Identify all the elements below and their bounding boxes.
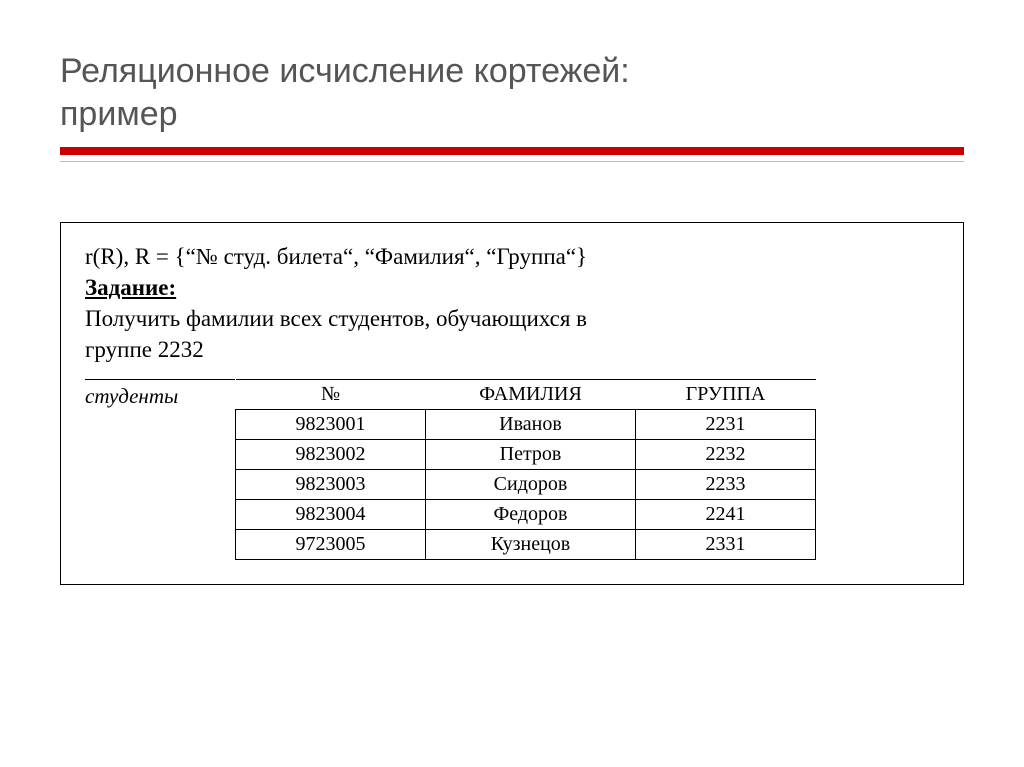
header-fam: ФАМИЛИЯ (426, 380, 636, 410)
cell-grp: 2231 (636, 410, 816, 440)
table-wrapper: студенты № ФАМИЛИЯ ГРУППА 9823001 Иванов… (85, 379, 939, 560)
cell-fam: Кузнецов (426, 530, 636, 560)
cell-fam: Федоров (426, 500, 636, 530)
cell-num: 9823004 (236, 500, 426, 530)
header-num: № (236, 380, 426, 410)
slide-container: Реляционное исчисление кортежей: пример … (0, 0, 1024, 585)
table-row: 9723005 Кузнецов 2331 (236, 530, 816, 560)
relation-name: студенты (85, 379, 235, 410)
table-header-row: № ФАМИЛИЯ ГРУППА (236, 380, 816, 410)
cell-num: 9823002 (236, 440, 426, 470)
schema-definition: r(R), R = {“№ студ. билета“, “Фамилия“, … (85, 241, 939, 272)
cell-num: 9823003 (236, 470, 426, 500)
table-row: 9823001 Иванов 2231 (236, 410, 816, 440)
cell-grp: 2331 (636, 530, 816, 560)
title-text-line2: пример (60, 95, 178, 133)
title-underline-bar (60, 147, 964, 155)
cell-fam: Иванов (426, 410, 636, 440)
table-row: 9823004 Федоров 2241 (236, 500, 816, 530)
cell-fam: Петров (426, 440, 636, 470)
cell-grp: 2241 (636, 500, 816, 530)
cell-grp: 2232 (636, 440, 816, 470)
task-label: Задание: (85, 275, 176, 300)
task-text-line2: группе 2232 (85, 334, 939, 365)
table-row: 9823003 Сидоров 2233 (236, 470, 816, 500)
cell-num: 9823001 (236, 410, 426, 440)
title-thin-divider (60, 161, 964, 162)
table-row: 9823002 Петров 2232 (236, 440, 816, 470)
task-text-line1: Получить фамилии всех студентов, обучающ… (85, 303, 939, 334)
content-box: r(R), R = {“№ студ. билета“, “Фамилия“, … (60, 222, 964, 585)
cell-num: 9723005 (236, 530, 426, 560)
slide-title: Реляционное исчисление кортежей: пример (60, 50, 964, 135)
title-text-line1: Реляционное исчисление кортежей: (60, 52, 630, 90)
header-grp: ГРУППА (636, 380, 816, 410)
cell-grp: 2233 (636, 470, 816, 500)
cell-fam: Сидоров (426, 470, 636, 500)
students-table: № ФАМИЛИЯ ГРУППА 9823001 Иванов 2231 982… (235, 379, 816, 560)
